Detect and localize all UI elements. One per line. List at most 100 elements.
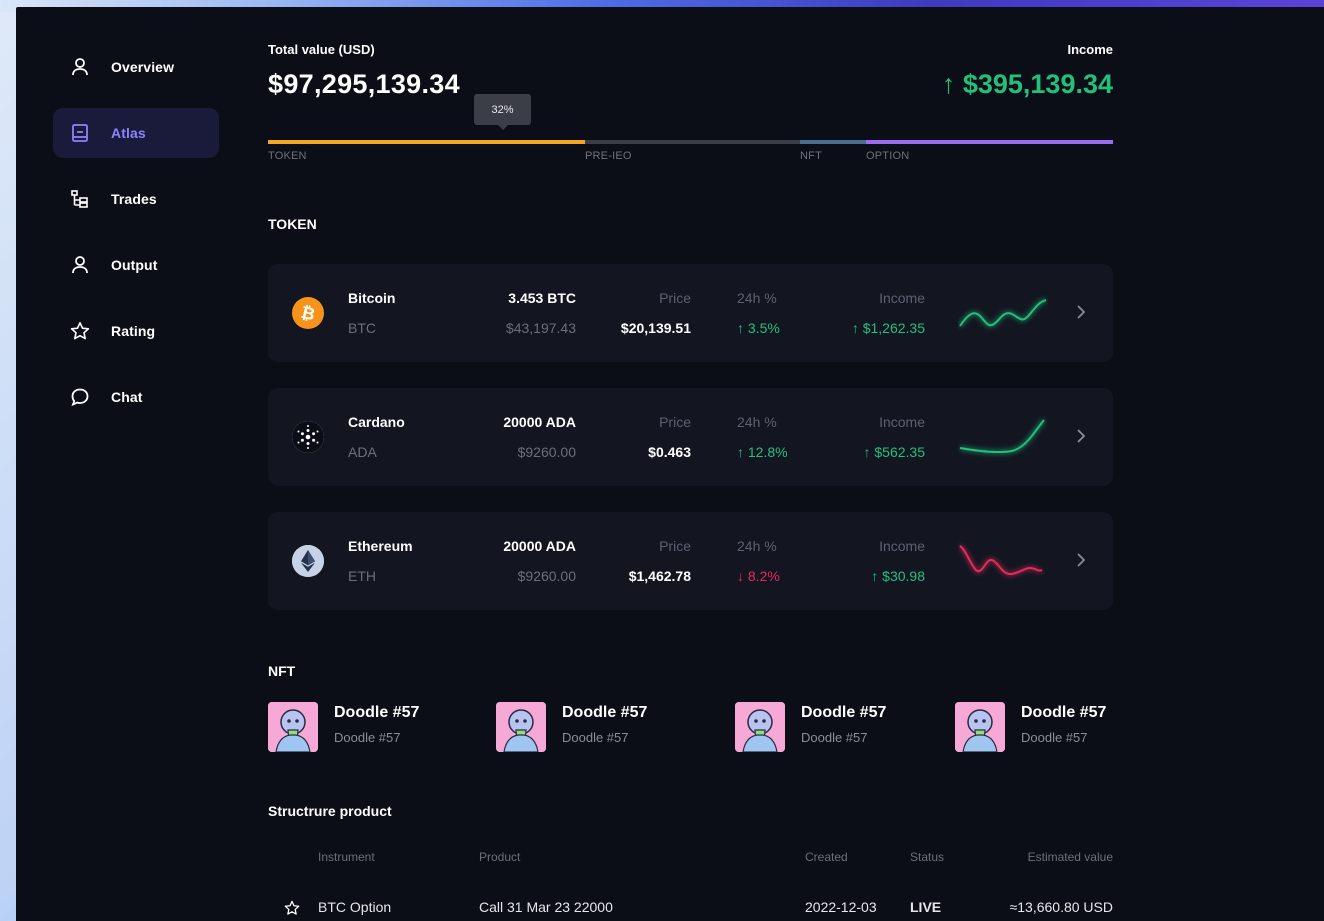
nft-title: Doodle #57	[562, 704, 648, 721]
nft-subtitle: Doodle #57	[334, 730, 401, 745]
nft-subtitle: Doodle #57	[1021, 730, 1088, 745]
column-header-status: Status	[910, 850, 945, 864]
chevron-right-icon[interactable]	[1075, 550, 1087, 570]
sidebar-item-chat[interactable]: Chat	[53, 372, 219, 422]
allocation-label-pre-ieo: PRE-IEO	[585, 150, 632, 162]
income-label: Income	[879, 538, 925, 554]
sidebar-item-rating[interactable]: Rating	[53, 306, 219, 356]
row-instrument: BTC Option	[318, 899, 392, 915]
total-value: $97,295,139.34	[268, 69, 460, 99]
nft-thumbnail	[268, 702, 318, 752]
token-symbol: BTC	[348, 320, 376, 336]
app-window: Overview Atlas Trades Output Rating Chat…	[16, 7, 1324, 921]
token-income: ↑ $562.35	[863, 444, 926, 460]
token-change: ↓ 8.2%	[737, 568, 780, 584]
sidebar-item-label: Overview	[111, 59, 175, 75]
change-label: 24h %	[737, 538, 777, 554]
row-status-badge: LIVE	[910, 899, 942, 915]
sparkline-chart	[958, 543, 1044, 577]
sparkline-chart	[958, 297, 1047, 328]
sparkline-chart	[959, 418, 1046, 455]
income-label: Income	[879, 414, 925, 430]
sidebar-item-label: Trades	[111, 191, 157, 207]
user-icon	[70, 255, 90, 275]
sidebar-item-label: Chat	[111, 389, 143, 405]
star-icon	[70, 321, 90, 341]
token-name: Bitcoin	[348, 290, 396, 306]
token-price: $0.463	[648, 444, 691, 460]
token-change: ↑ 12.8%	[737, 444, 788, 460]
change-label: 24h %	[737, 290, 777, 306]
token-amount: 20000 ADA	[503, 538, 576, 554]
token-card-ethereum[interactable]: Ethereum ETH 20000 ADA $9260.00 Price $1…	[268, 512, 1113, 610]
row-product: Call 31 Mar 23 22000	[479, 899, 613, 915]
income-value: ↑ $395,139.34	[941, 69, 1113, 99]
nft-title: Doodle #57	[334, 704, 420, 721]
income-label: Income	[1067, 42, 1113, 57]
token-fiat-value: $43,197.43	[505, 320, 576, 336]
row-estimated-value: ≈13,660.80 USD	[1009, 899, 1113, 915]
sidebar-item-atlas[interactable]: Atlas	[53, 108, 219, 158]
price-label: Price	[659, 538, 691, 554]
sidebar-item-label: Rating	[111, 323, 156, 339]
chevron-right-icon[interactable]	[1075, 426, 1087, 446]
bitcoin-icon: ₿	[292, 297, 324, 329]
allocation-segment-option[interactable]	[866, 140, 1113, 144]
nft-thumbnail	[955, 702, 1005, 752]
token-price: $20,139.51	[620, 320, 691, 336]
allocation-label-token: TOKEN	[268, 150, 307, 162]
book-icon	[70, 123, 90, 143]
allocation-label-option: OPTION	[866, 150, 910, 162]
allocation-segment-pre-ieo[interactable]	[585, 140, 800, 144]
tree-icon	[70, 189, 90, 209]
ethereum-icon	[292, 545, 324, 577]
price-label: Price	[659, 414, 691, 430]
nft-subtitle: Doodle #57	[562, 730, 629, 745]
income-label: Income	[879, 290, 925, 306]
column-header-created: Created	[805, 850, 848, 864]
chevron-right-icon[interactable]	[1075, 302, 1087, 322]
token-income: ↑ $30.98	[871, 568, 925, 584]
user-icon	[70, 57, 90, 77]
main-content: Total value (USD) $97,295,139.34 Income …	[268, 7, 1113, 921]
token-symbol: ETH	[348, 568, 376, 584]
nft-thumbnail	[496, 702, 546, 752]
token-fiat-value: $9260.00	[517, 444, 576, 460]
column-header-instrument: Instrument	[318, 850, 375, 864]
allocation-segment-token[interactable]	[268, 140, 585, 144]
sidebar-item-label: Atlas	[111, 125, 146, 141]
token-card-bitcoin[interactable]: ₿ Bitcoin BTC 3.453 BTC $43,197.43 Price…	[268, 264, 1113, 362]
nft-title: Doodle #57	[801, 704, 887, 721]
chat-icon	[70, 387, 90, 407]
allocation-bar[interactable]	[268, 140, 1113, 144]
token-symbol: ADA	[348, 444, 377, 460]
allocation-tooltip: 32%	[474, 94, 531, 130]
column-header-estimated-value: Estimated value	[1027, 850, 1113, 864]
token-price: $1,462.78	[628, 568, 691, 584]
sidebar-item-output[interactable]: Output	[53, 240, 219, 290]
token-amount: 20000 ADA	[503, 414, 576, 430]
column-header-product: Product	[479, 850, 521, 864]
change-label: 24h %	[737, 414, 777, 430]
nft-subtitle: Doodle #57	[801, 730, 868, 745]
sidebar-item-trades[interactable]: Trades	[53, 174, 219, 224]
token-name: Ethereum	[348, 538, 413, 554]
nft-title: Doodle #57	[1021, 704, 1107, 721]
sidebar-item-overview[interactable]: Overview	[53, 42, 219, 92]
sidebar-item-label: Output	[111, 257, 158, 273]
svg-text:₿: ₿	[299, 303, 317, 326]
token-income: ↑ $1,262.35	[851, 320, 925, 336]
allocation-label-nft: NFT	[800, 150, 822, 162]
star-icon[interactable]	[284, 900, 300, 916]
nft-section-title: NFT	[268, 663, 296, 679]
cardano-icon	[292, 421, 324, 453]
token-name: Cardano	[348, 414, 405, 430]
allocation-segment-nft[interactable]	[800, 140, 866, 144]
token-card-cardano[interactable]: Cardano ADA 20000 ADA $9260.00 Price $0.…	[268, 388, 1113, 486]
structure-section-title: Structrure product	[268, 803, 392, 819]
nft-thumbnail	[735, 702, 785, 752]
token-fiat-value: $9260.00	[517, 568, 576, 584]
token-change: ↑ 3.5%	[737, 320, 780, 336]
total-value-label: Total value (USD)	[268, 42, 375, 57]
token-section-title: TOKEN	[268, 216, 317, 232]
